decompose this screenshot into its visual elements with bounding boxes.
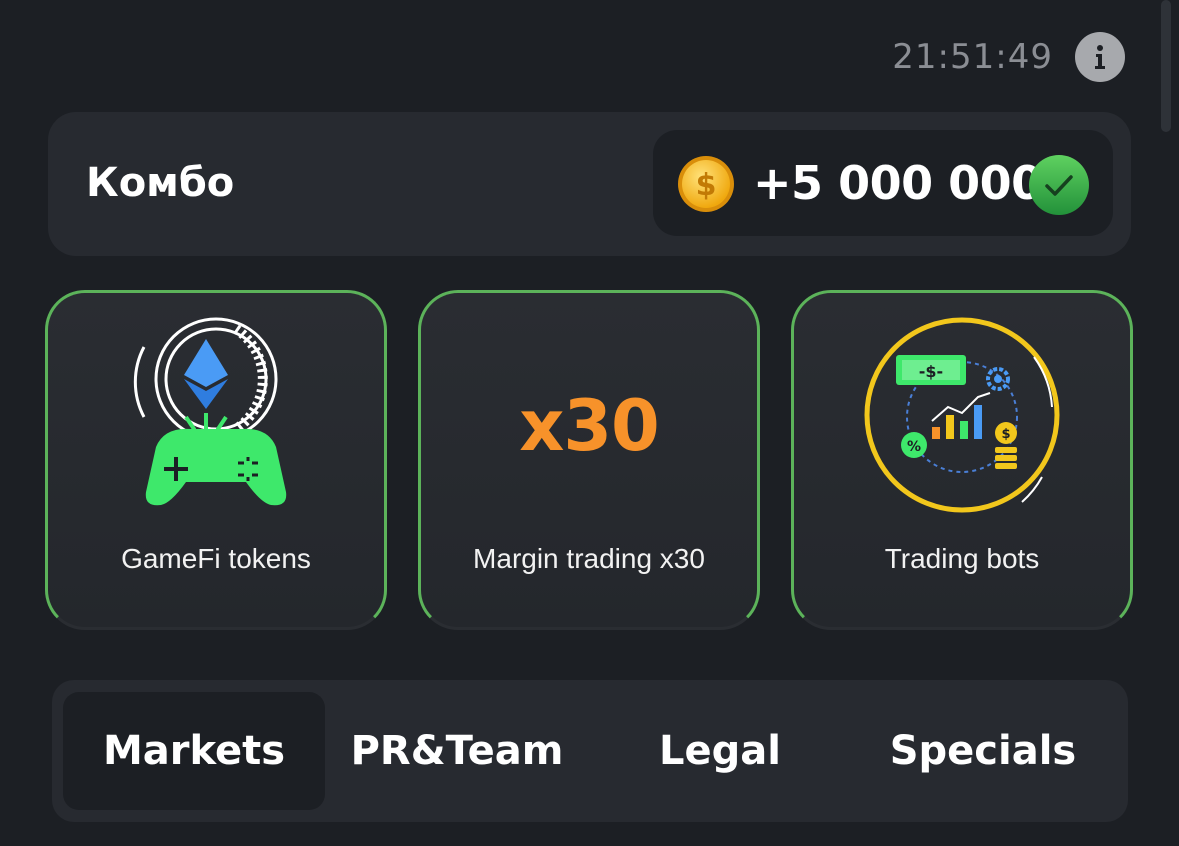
top-bar: 21:51:49 bbox=[892, 32, 1125, 82]
info-icon bbox=[1095, 45, 1105, 69]
category-tabs: Markets PR&Team Legal Specials bbox=[52, 680, 1128, 822]
coin-dollar-icon: $ bbox=[678, 156, 734, 212]
tab-pr-team[interactable]: PR&Team bbox=[326, 692, 588, 810]
svg-text:$: $ bbox=[1001, 427, 1010, 442]
card-gamefi-tokens[interactable]: GameFi tokens bbox=[45, 290, 387, 630]
x30-badge: x30 bbox=[519, 385, 660, 467]
tab-specials[interactable]: Specials bbox=[852, 692, 1114, 810]
card-margin-trading[interactable]: x30 Margin trading x30 bbox=[418, 290, 760, 630]
gamepad-ethereum-icon bbox=[133, 317, 287, 506]
svg-text:$: $ bbox=[696, 168, 717, 203]
check-circle-icon bbox=[1029, 155, 1089, 215]
reward-amount: +5 000 000 bbox=[753, 156, 1043, 210]
card-trading-bots[interactable]: -$- % $ Trading bots bbox=[791, 290, 1133, 630]
card-label: Trading bots bbox=[884, 543, 1040, 574]
page: 21:51:49 Комбо $ +5 000 000 GameFi token… bbox=[0, 0, 1179, 846]
combo-title: Комбо bbox=[86, 160, 235, 206]
combo-panel: Комбо $ +5 000 000 bbox=[48, 112, 1131, 256]
clock: 21:51:49 bbox=[892, 37, 1053, 77]
card-label: Margin trading x30 bbox=[473, 543, 705, 574]
svg-text:%: % bbox=[907, 439, 921, 455]
tab-legal[interactable]: Legal bbox=[589, 692, 851, 810]
combo-reward: $ +5 000 000 bbox=[653, 130, 1113, 236]
svg-text:-$-: -$- bbox=[919, 362, 943, 381]
card-label: GameFi tokens bbox=[121, 543, 311, 574]
trading-chart-icon: -$- % $ bbox=[864, 317, 1060, 513]
scrollbar[interactable] bbox=[1161, 0, 1171, 132]
tab-markets[interactable]: Markets bbox=[63, 692, 325, 810]
info-button[interactable] bbox=[1075, 32, 1125, 82]
